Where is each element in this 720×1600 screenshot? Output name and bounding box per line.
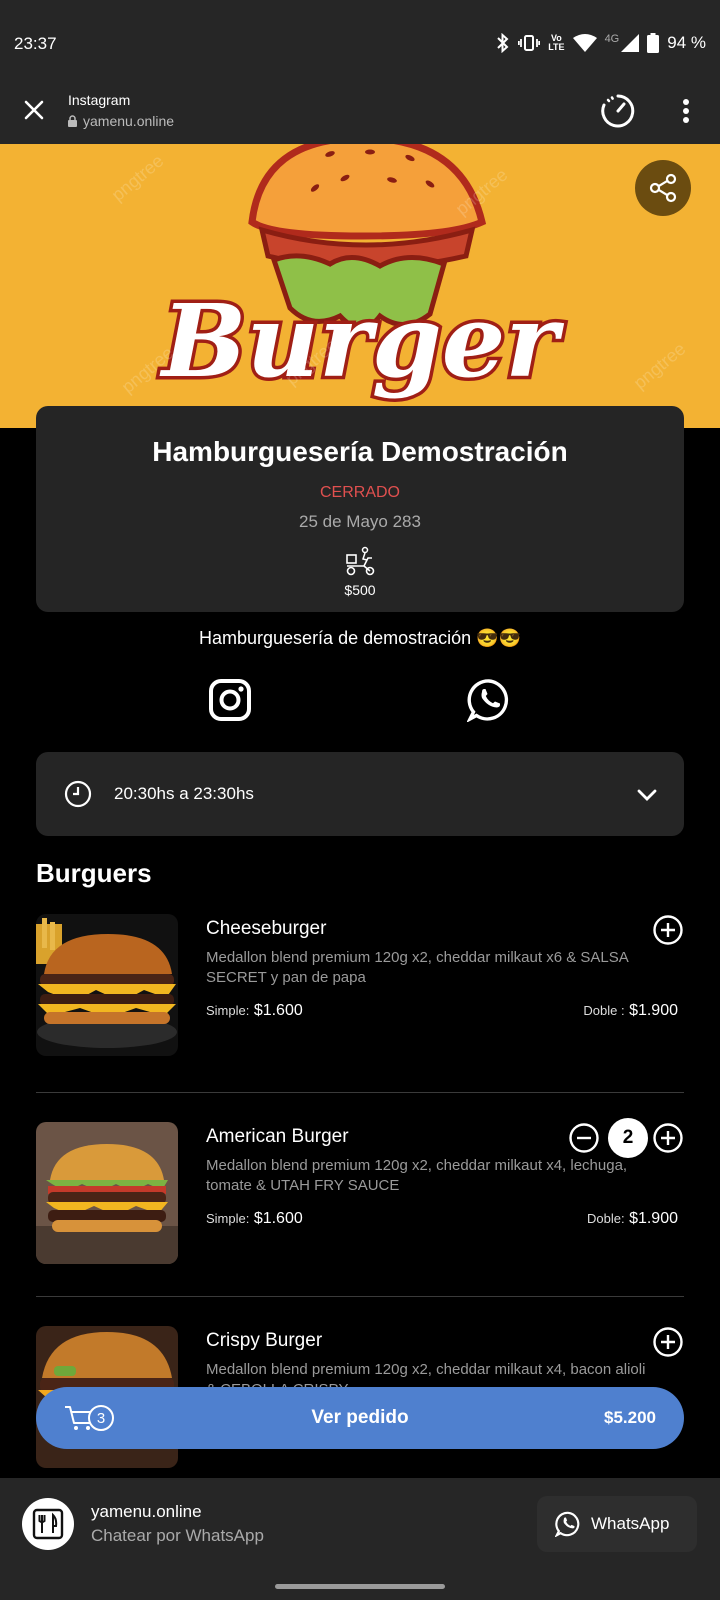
vibrate-icon: [518, 35, 541, 51]
share-button[interactable]: [635, 160, 691, 216]
product-name: Cheeseburger: [206, 918, 327, 939]
whatsapp-icon[interactable]: [467, 678, 511, 722]
price-simple: Simple: $1.600: [206, 1002, 303, 1020]
price-double: Doble : $1.900: [583, 1002, 678, 1020]
home-indicator[interactable]: [275, 1584, 445, 1589]
restaurant-card: Hamburguesería Demostración CERRADO 25 d…: [36, 406, 684, 612]
hours-accordion[interactable]: 20:30hs a 23:30hs: [36, 752, 684, 836]
status-bar: 23:37 Vo LTE 4G 94 %: [0, 0, 720, 80]
product-image-american-burger: [36, 1122, 178, 1264]
chat-subtitle: Chatear por WhatsApp: [91, 1526, 264, 1545]
chat-bottom-sheet: yamenu.online Chatear por WhatsApp Whats…: [0, 1478, 720, 1600]
watermark-4: pngtree: [630, 338, 690, 393]
price-simple-label: Simple:: [206, 1003, 250, 1018]
product-row[interactable]: Cheeseburger Medallon blend premium 120g…: [36, 914, 684, 1084]
price-double: Doble: $1.900: [587, 1210, 678, 1228]
wifi-icon: [572, 34, 597, 52]
status-icons: Vo LTE 4G 94 %: [496, 33, 706, 53]
product-row[interactable]: American Burger Medallon blend premium 1…: [36, 1118, 684, 1292]
network-type: 4G: [604, 33, 620, 45]
quantity-stepper[interactable]: 2: [568, 1118, 684, 1158]
divider: [36, 1296, 684, 1297]
product-description: Medallon blend premium 120g x2, cheddar …: [206, 949, 628, 986]
url-text: yamenu.online: [83, 113, 175, 129]
hero-banner: Burger pngtree pngtree pngtree pngtree p…: [0, 144, 720, 428]
browser-title: Instagram: [68, 92, 131, 108]
product-name: Crispy Burger: [206, 1330, 323, 1351]
add-circle-icon[interactable]: [652, 914, 684, 946]
price-simple-value: $1.600: [253, 1002, 303, 1019]
signal-icon: [621, 34, 640, 52]
instagram-icon[interactable]: [208, 678, 252, 722]
whatsapp-button[interactable]: WhatsApp: [537, 1496, 697, 1552]
status-time: 23:37: [14, 34, 57, 53]
order-total: $5.200: [604, 1408, 656, 1427]
add-circle-icon[interactable]: [652, 1326, 684, 1358]
price-double-label: Doble :: [583, 1003, 625, 1018]
price-double-value: $1.900: [629, 1210, 678, 1227]
open-status: CERRADO: [319, 484, 400, 501]
product-name: American Burger: [206, 1126, 349, 1147]
burger-logo-illustration: Burger pngtree pngtree pngtree pngtree p…: [108, 144, 690, 404]
site-name: yamenu.online: [91, 1502, 202, 1521]
share-icon: [649, 173, 677, 203]
delivery-price: $500: [344, 582, 376, 598]
add-circle-icon[interactable]: [652, 1122, 684, 1154]
view-order-label: Ver pedido: [311, 1407, 409, 1428]
hero-logo-text: Burger: [159, 282, 564, 400]
whatsapp-icon: [555, 1511, 580, 1537]
site-logo: [22, 1498, 74, 1550]
restaurant-description: Hamburguesería de demostración 😎😎: [199, 628, 521, 648]
battery-level: 94 %: [667, 33, 706, 52]
view-order-button[interactable]: 3 Ver pedido $5.200: [36, 1387, 684, 1449]
whatsapp-label: WhatsApp: [591, 1514, 670, 1533]
chevron-down-icon[interactable]: [636, 784, 658, 806]
quantity-value: 2: [608, 1118, 648, 1158]
product-image-cheeseburger: [36, 914, 178, 1056]
price-simple-value: $1.600: [253, 1210, 303, 1227]
browser-url[interactable]: yamenu.online: [68, 113, 174, 129]
speedometer-icon[interactable]: [600, 93, 636, 129]
more-options-icon[interactable]: [676, 96, 696, 126]
divider: [36, 1092, 684, 1093]
hours-text: 20:30hs a 23:30hs: [114, 784, 254, 803]
price-simple: Simple: $1.600: [206, 1210, 303, 1228]
close-icon[interactable]: [20, 96, 48, 124]
browser-toolbar: Instagram yamenu.online: [0, 80, 720, 144]
restaurant-name: Hamburguesería Demostración: [152, 436, 568, 467]
delivery-scooter-icon: [346, 546, 375, 576]
price-double-label: Doble:: [587, 1211, 625, 1226]
product-description: Medallon blend premium 120g x2, cheddar …: [206, 1157, 628, 1194]
minus-circle-icon[interactable]: [568, 1122, 600, 1154]
restaurant-address: 25 de Mayo 283: [299, 512, 421, 531]
bluetooth-icon: [497, 33, 509, 53]
watermark-1: pngtree: [108, 150, 168, 205]
cutlery-icon: [32, 1508, 64, 1540]
volte-icon: Vo LTE: [548, 33, 565, 52]
battery-icon: [647, 33, 660, 53]
section-title: Burguers: [36, 858, 152, 888]
lock-icon: [68, 115, 77, 127]
price-simple-label: Simple:: [206, 1211, 250, 1226]
clock-icon: [64, 780, 92, 808]
price-double-value: $1.900: [629, 1002, 678, 1019]
